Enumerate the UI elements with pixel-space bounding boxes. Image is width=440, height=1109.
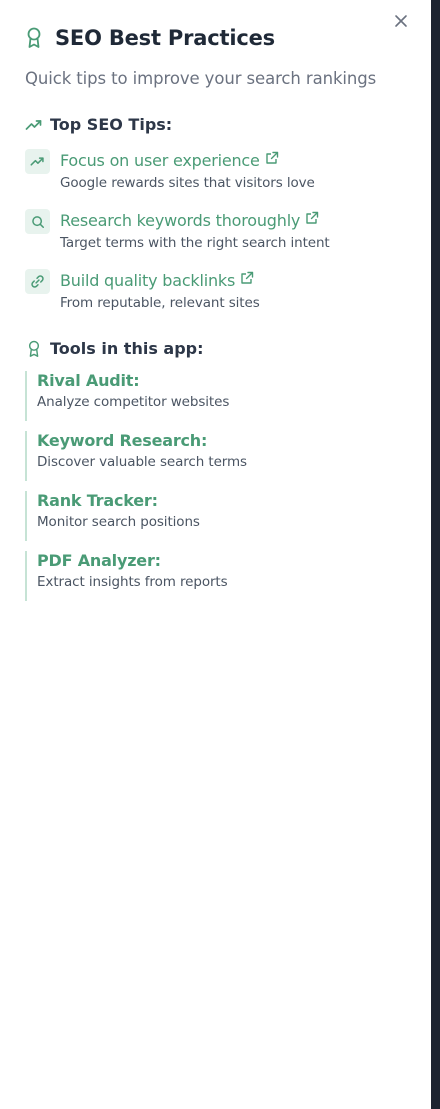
external-link-icon[interactable] xyxy=(305,211,319,225)
tools-section-heading: Tools in this app: xyxy=(25,339,204,358)
page-edge-overlay xyxy=(431,0,440,1109)
tool-name: Keyword Research: xyxy=(37,431,208,450)
tool-name: Rank Tracker: xyxy=(37,491,158,510)
tool-item-keyword-research[interactable]: Keyword Research: Discover valuable sear… xyxy=(25,431,247,481)
close-icon[interactable] xyxy=(393,13,409,29)
trending-up-icon xyxy=(30,157,44,166)
page-title: SEO Best Practices xyxy=(55,26,275,50)
tip-item-backlinks: Build quality backlinks From reputable, … xyxy=(25,269,260,311)
tool-name: PDF Analyzer: xyxy=(37,551,161,570)
award-icon xyxy=(28,340,40,357)
tool-description: Monitor search positions xyxy=(37,514,200,530)
link-icon xyxy=(31,275,44,288)
seo-tips-panel: SEO Best Practices Quick tips to improve… xyxy=(0,0,431,1109)
tip-item-keywords: Research keywords thoroughly Target term… xyxy=(25,209,330,251)
page-subtitle: Quick tips to improve your search rankin… xyxy=(25,69,377,88)
tip-icon-box xyxy=(25,209,50,234)
tool-item-rank-tracker[interactable]: Rank Tracker: Monitor search positions xyxy=(25,491,200,541)
trending-up-icon xyxy=(25,119,42,130)
tip-description: From reputable, relevant sites xyxy=(60,295,260,311)
tools-heading-label: Tools in this app: xyxy=(50,339,204,358)
tool-description: Analyze competitor websites xyxy=(37,394,230,410)
tip-description: Google rewards sites that visitors love xyxy=(60,175,315,191)
external-link-icon[interactable] xyxy=(265,151,279,165)
tip-link-user-experience[interactable]: Focus on user experience xyxy=(60,151,260,170)
tool-item-pdf-analyzer[interactable]: PDF Analyzer: Extract insights from repo… xyxy=(25,551,228,601)
tool-description: Discover valuable search terms xyxy=(37,454,247,470)
tip-link-backlinks[interactable]: Build quality backlinks xyxy=(60,271,235,290)
tips-heading-label: Top SEO Tips: xyxy=(50,115,173,134)
tips-section-heading: Top SEO Tips: xyxy=(25,115,172,134)
tip-link-keywords[interactable]: Research keywords thoroughly xyxy=(60,211,300,230)
tool-description: Extract insights from reports xyxy=(37,574,228,590)
search-icon xyxy=(31,215,44,228)
award-icon xyxy=(27,27,41,48)
tip-item-user-experience: Focus on user experience Google rewards … xyxy=(25,149,315,191)
tip-icon-box xyxy=(25,269,50,294)
tool-name: Rival Audit: xyxy=(37,371,140,390)
tip-description: Target terms with the right search inten… xyxy=(60,235,330,251)
panel-header: SEO Best Practices xyxy=(25,26,275,50)
tool-item-rival-audit[interactable]: Rival Audit: Analyze competitor websites xyxy=(25,371,229,421)
external-link-icon[interactable] xyxy=(240,271,254,285)
tip-icon-box xyxy=(25,149,50,174)
